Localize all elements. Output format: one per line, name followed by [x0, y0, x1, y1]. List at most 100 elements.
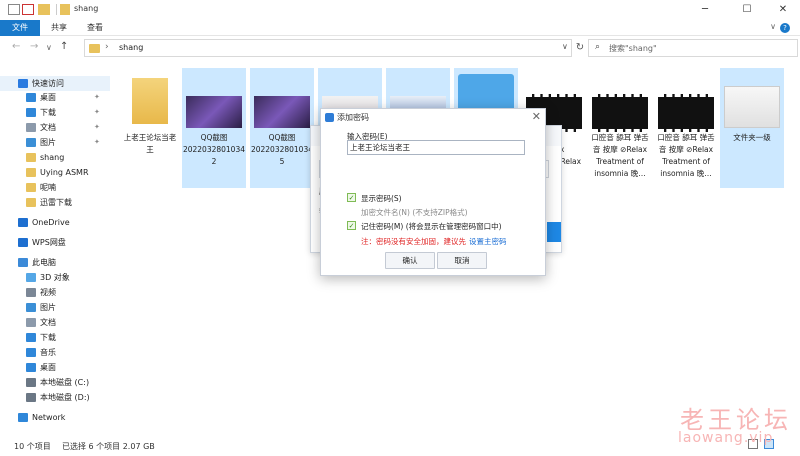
document-icon — [26, 318, 36, 327]
dialog-header: 添加密码 ✕ — [321, 109, 547, 125]
file-name: QQ截图 2022032801034 5 — [250, 133, 314, 166]
cube-icon — [26, 273, 36, 282]
sidebar-item-label: 本地磁盘 (D:) — [40, 393, 90, 402]
app-logo-icon — [325, 113, 334, 122]
sidebar-item-label: shang — [40, 153, 65, 162]
desktop-icon — [26, 363, 36, 372]
file-item[interactable]: QQ截图 2022032801034 2 — [182, 68, 246, 188]
folder-icon — [26, 198, 36, 207]
chevron-right-icon[interactable]: › — [105, 42, 109, 52]
security-warning: 注：密码没有安全加固，建议先 — [361, 237, 466, 246]
remember-password-checkbox[interactable]: ✓ — [347, 221, 356, 230]
search-box[interactable]: ⌕ 搜索"shang" — [588, 39, 798, 57]
sidebar-item-[interactable]: 图片 — [0, 300, 110, 315]
sidebar-item-[interactable]: 桌面 — [0, 360, 110, 375]
search-input[interactable]: 搜索"shang" — [609, 43, 657, 54]
ribbon-tabs: 文件 共享 查看 ∨ ? — [0, 20, 800, 36]
add-password-dialog: 添加密码 ✕ 输入密码(E) 上老王论坛当老王 ✓ 显示密码(S) 加密文件名(… — [320, 108, 546, 276]
compress-button[interactable] — [547, 222, 561, 242]
sidebar-item-3d[interactable]: 3D 对象 — [0, 270, 110, 285]
up-button[interactable]: ↑ — [60, 41, 68, 52]
sidebar-item-[interactable]: 文档 — [0, 315, 110, 330]
navigation-pane: 快速访问 桌面 ✦ 下载 ✦ 文档 ✦ 图片 ✦ shang Uying ASMR 呢喃 迅雷下载 One… — [0, 70, 110, 432]
check-icon[interactable] — [22, 4, 34, 15]
file-item[interactable]: QQ截图 2022032801034 5 — [250, 68, 314, 188]
sidebar-item-shang[interactable]: shang — [0, 150, 110, 165]
sidebar-item-label: 3D 对象 — [40, 273, 70, 282]
cancel-button[interactable]: 取消 — [437, 252, 487, 269]
maximize-button[interactable]: ☐ — [730, 0, 764, 20]
sidebar-item-[interactable]: 呢喃 — [0, 180, 110, 195]
file-item[interactable]: 文件夹一级 — [720, 68, 784, 188]
new-folder-icon[interactable] — [38, 4, 50, 15]
folder-icon — [724, 86, 780, 128]
sidebar-item-d[interactable]: 本地磁盘 (D:) — [0, 390, 110, 405]
tab-share[interactable]: 查看 — [78, 20, 112, 36]
remember-password-label[interactable]: 记住密码(M) (将会显示在管理密码窗口中) — [361, 221, 502, 232]
back-button[interactable]: ← — [12, 41, 20, 52]
set-master-password-link[interactable]: 设置主密码 — [469, 236, 507, 247]
folder-icon — [89, 44, 100, 53]
recent-locations-button[interactable]: ∨ — [46, 43, 52, 52]
forward-button[interactable]: → — [30, 41, 38, 52]
file-name: 口腔音 舔耳 弹舌 音 按摩 ⊘Relax Treatment of insom… — [591, 133, 649, 178]
sidebar-item-network[interactable]: Network — [0, 410, 110, 425]
sidebar-item-label: 音乐 — [40, 348, 56, 357]
show-password-label[interactable]: 显示密码(S) — [361, 193, 402, 204]
ok-button[interactable]: 确认 — [385, 252, 435, 269]
address-bar[interactable]: › shang — [84, 39, 572, 57]
sidebar-item-label: 下载 — [40, 108, 56, 117]
sidebar-item-label: 此电脑 — [32, 258, 56, 267]
show-password-checkbox[interactable]: ✓ — [347, 193, 356, 202]
sidebar-item-label: Network — [32, 413, 66, 422]
cloud-icon — [18, 218, 28, 227]
sidebar-item-[interactable]: 此电脑 — [0, 255, 110, 270]
minimize-button[interactable]: ─ — [688, 0, 722, 20]
sidebar-item-uying-asmr[interactable]: Uying ASMR — [0, 165, 110, 180]
sidebar-item-[interactable]: 视频 — [0, 285, 110, 300]
drive-icon — [26, 393, 36, 402]
sidebar-item-[interactable]: 图片 ✦ — [0, 135, 110, 150]
dialog-title: 添加密码 — [337, 113, 369, 122]
sidebar-item-[interactable]: 快速访问 — [0, 76, 110, 91]
sidebar-item-label: 图片 — [40, 303, 56, 312]
sidebar-item-onedrive[interactable]: OneDrive — [0, 215, 110, 230]
selection-info: 已选择 6 个项目 2.07 GB — [62, 442, 155, 451]
drive-icon — [26, 378, 36, 387]
sidebar-item-[interactable]: 文档 ✦ — [0, 120, 110, 135]
tab-view[interactable] — [114, 20, 148, 36]
close-button[interactable]: ✕ — [766, 0, 800, 20]
refresh-icon[interactable]: ↻ — [572, 39, 588, 57]
file-item[interactable]: 口腔音 舔耳 弹舌 音 按摩 ⊘Relax Treatment of insom… — [654, 68, 718, 188]
sidebar-item-[interactable]: 迅雷下载 — [0, 195, 110, 210]
folder-icon — [26, 168, 36, 177]
encrypt-names-label: 加密文件名(N) (不支持ZIP格式) — [361, 208, 468, 217]
video-icon — [26, 288, 36, 297]
item-count: 10 个项目 — [14, 442, 51, 451]
tab-file[interactable]: 文件 — [0, 20, 40, 36]
sidebar-item-wps[interactable]: WPS网盘 — [0, 235, 110, 250]
download-icon — [26, 108, 36, 117]
sidebar-item-c[interactable]: 本地磁盘 (C:) — [0, 375, 110, 390]
file-item[interactable]: 上老王论坛当老 王 — [118, 68, 182, 188]
chevron-down-icon[interactable]: ∨ — [770, 22, 776, 31]
properties-icon[interactable] — [8, 4, 20, 15]
sidebar-item-[interactable]: 下载 ✦ — [0, 105, 110, 120]
watermark-url: laowang.vip — [678, 430, 774, 446]
sidebar-item-[interactable]: 音乐 — [0, 345, 110, 360]
sidebar-item-label: 文档 — [40, 318, 56, 327]
help-icon[interactable]: ? — [780, 23, 790, 33]
sidebar-item-label: WPS网盘 — [32, 238, 66, 247]
close-icon[interactable]: ✕ — [532, 110, 541, 123]
address-dropdown-icon[interactable]: ∨ — [562, 42, 568, 51]
pin-icon: ✦ — [94, 138, 100, 146]
tab-home[interactable]: 共享 — [42, 20, 76, 36]
file-name: 口腔音 舔耳 弹舌 音 按摩 ⊘Relax Treatment of insom… — [657, 133, 715, 178]
password-input[interactable]: 上老王论坛当老王 — [347, 140, 525, 155]
explorer-window: shang ─ ☐ ✕ 文件 共享 查看 ∨ ? ← → ∨ ↑ › shang… — [0, 0, 800, 456]
sidebar-item-[interactable]: 桌面 ✦ — [0, 90, 110, 105]
sidebar-item-[interactable]: 下载 — [0, 330, 110, 345]
file-item[interactable]: 口腔音 舔耳 弹舌 音 按摩 ⊘Relax Treatment of insom… — [588, 68, 652, 188]
folder-icon — [26, 183, 36, 192]
breadcrumb[interactable]: shang — [119, 43, 143, 52]
